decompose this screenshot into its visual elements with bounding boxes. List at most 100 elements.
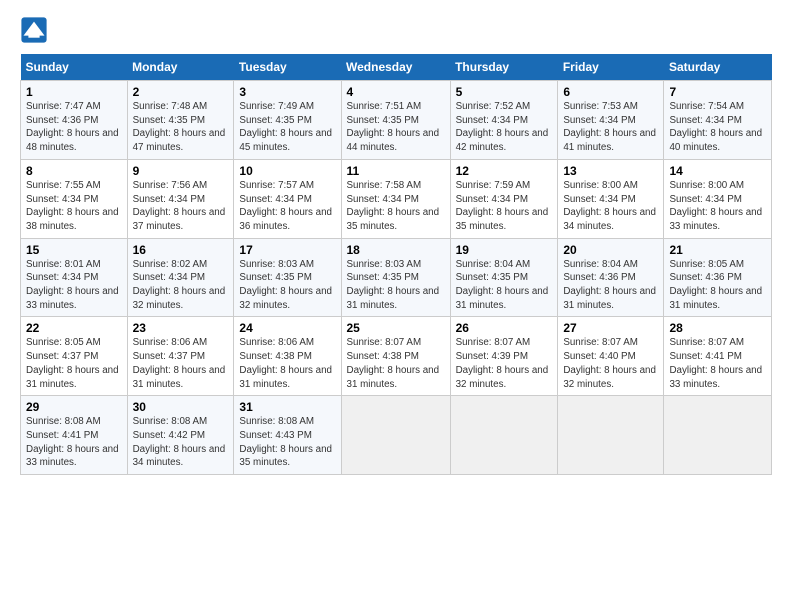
calendar-cell: 30Sunrise: 8:08 AMSunset: 4:42 PMDayligh… <box>127 396 234 475</box>
calendar-cell: 31Sunrise: 8:08 AMSunset: 4:43 PMDayligh… <box>234 396 341 475</box>
calendar-cell: 29Sunrise: 8:08 AMSunset: 4:41 PMDayligh… <box>21 396 128 475</box>
header-thursday: Thursday <box>450 54 558 81</box>
calendar-cell: 1Sunrise: 7:47 AMSunset: 4:36 PMDaylight… <box>21 81 128 160</box>
day-number: 29 <box>26 400 122 414</box>
day-detail: Sunrise: 8:07 AMSunset: 4:38 PMDaylight:… <box>347 336 445 391</box>
day-detail: Sunrise: 8:04 AMSunset: 4:35 PMDaylight:… <box>456 258 553 313</box>
day-number: 27 <box>563 321 658 335</box>
calendar-cell: 3Sunrise: 7:49 AMSunset: 4:35 PMDaylight… <box>234 81 341 160</box>
day-detail: Sunrise: 8:07 AMSunset: 4:39 PMDaylight:… <box>456 336 553 391</box>
day-number: 18 <box>347 243 445 257</box>
day-detail: Sunrise: 7:47 AMSunset: 4:36 PMDaylight:… <box>26 100 122 155</box>
logo <box>20 16 52 44</box>
calendar-cell: 20Sunrise: 8:04 AMSunset: 4:36 PMDayligh… <box>558 238 664 317</box>
calendar-cell: 18Sunrise: 8:03 AMSunset: 4:35 PMDayligh… <box>341 238 450 317</box>
calendar-cell: 9Sunrise: 7:56 AMSunset: 4:34 PMDaylight… <box>127 159 234 238</box>
calendar-body: 1Sunrise: 7:47 AMSunset: 4:36 PMDaylight… <box>21 81 772 475</box>
calendar-week-2: 8Sunrise: 7:55 AMSunset: 4:34 PMDaylight… <box>21 159 772 238</box>
header-friday: Friday <box>558 54 664 81</box>
day-number: 20 <box>563 243 658 257</box>
calendar-cell: 28Sunrise: 8:07 AMSunset: 4:41 PMDayligh… <box>664 317 772 396</box>
header-row-days: SundayMondayTuesdayWednesdayThursdayFrid… <box>21 54 772 81</box>
day-detail: Sunrise: 7:56 AMSunset: 4:34 PMDaylight:… <box>133 179 229 234</box>
calendar-cell <box>450 396 558 475</box>
day-detail: Sunrise: 8:05 AMSunset: 4:37 PMDaylight:… <box>26 336 122 391</box>
calendar-cell: 11Sunrise: 7:58 AMSunset: 4:34 PMDayligh… <box>341 159 450 238</box>
calendar-cell: 25Sunrise: 8:07 AMSunset: 4:38 PMDayligh… <box>341 317 450 396</box>
day-detail: Sunrise: 7:57 AMSunset: 4:34 PMDaylight:… <box>239 179 335 234</box>
calendar-cell: 4Sunrise: 7:51 AMSunset: 4:35 PMDaylight… <box>341 81 450 160</box>
day-number: 28 <box>669 321 766 335</box>
calendar-cell: 23Sunrise: 8:06 AMSunset: 4:37 PMDayligh… <box>127 317 234 396</box>
day-number: 25 <box>347 321 445 335</box>
day-detail: Sunrise: 8:00 AMSunset: 4:34 PMDaylight:… <box>669 179 766 234</box>
day-detail: Sunrise: 7:58 AMSunset: 4:34 PMDaylight:… <box>347 179 445 234</box>
day-number: 31 <box>239 400 335 414</box>
header-tuesday: Tuesday <box>234 54 341 81</box>
day-detail: Sunrise: 8:06 AMSunset: 4:38 PMDaylight:… <box>239 336 335 391</box>
calendar-week-5: 29Sunrise: 8:08 AMSunset: 4:41 PMDayligh… <box>21 396 772 475</box>
day-number: 4 <box>347 85 445 99</box>
calendar-week-1: 1Sunrise: 7:47 AMSunset: 4:36 PMDaylight… <box>21 81 772 160</box>
day-detail: Sunrise: 8:03 AMSunset: 4:35 PMDaylight:… <box>347 258 445 313</box>
calendar-cell: 5Sunrise: 7:52 AMSunset: 4:34 PMDaylight… <box>450 81 558 160</box>
calendar-cell: 7Sunrise: 7:54 AMSunset: 4:34 PMDaylight… <box>664 81 772 160</box>
day-detail: Sunrise: 7:52 AMSunset: 4:34 PMDaylight:… <box>456 100 553 155</box>
calendar-cell: 2Sunrise: 7:48 AMSunset: 4:35 PMDaylight… <box>127 81 234 160</box>
calendar-week-3: 15Sunrise: 8:01 AMSunset: 4:34 PMDayligh… <box>21 238 772 317</box>
calendar-cell: 14Sunrise: 8:00 AMSunset: 4:34 PMDayligh… <box>664 159 772 238</box>
header-monday: Monday <box>127 54 234 81</box>
calendar-cell: 8Sunrise: 7:55 AMSunset: 4:34 PMDaylight… <box>21 159 128 238</box>
calendar-cell: 27Sunrise: 8:07 AMSunset: 4:40 PMDayligh… <box>558 317 664 396</box>
header-sunday: Sunday <box>21 54 128 81</box>
day-detail: Sunrise: 8:07 AMSunset: 4:40 PMDaylight:… <box>563 336 658 391</box>
day-number: 24 <box>239 321 335 335</box>
day-number: 22 <box>26 321 122 335</box>
header-saturday: Saturday <box>664 54 772 81</box>
day-number: 8 <box>26 164 122 178</box>
calendar-cell: 6Sunrise: 7:53 AMSunset: 4:34 PMDaylight… <box>558 81 664 160</box>
day-number: 10 <box>239 164 335 178</box>
main-container: SundayMondayTuesdayWednesdayThursdayFrid… <box>0 0 792 485</box>
day-number: 1 <box>26 85 122 99</box>
header-wednesday: Wednesday <box>341 54 450 81</box>
day-detail: Sunrise: 8:08 AMSunset: 4:41 PMDaylight:… <box>26 415 122 470</box>
calendar-cell: 15Sunrise: 8:01 AMSunset: 4:34 PMDayligh… <box>21 238 128 317</box>
day-number: 23 <box>133 321 229 335</box>
day-detail: Sunrise: 8:08 AMSunset: 4:43 PMDaylight:… <box>239 415 335 470</box>
day-number: 7 <box>669 85 766 99</box>
day-number: 14 <box>669 164 766 178</box>
calendar-week-4: 22Sunrise: 8:05 AMSunset: 4:37 PMDayligh… <box>21 317 772 396</box>
day-detail: Sunrise: 7:51 AMSunset: 4:35 PMDaylight:… <box>347 100 445 155</box>
day-detail: Sunrise: 8:00 AMSunset: 4:34 PMDaylight:… <box>563 179 658 234</box>
calendar-cell: 10Sunrise: 7:57 AMSunset: 4:34 PMDayligh… <box>234 159 341 238</box>
calendar-cell: 13Sunrise: 8:00 AMSunset: 4:34 PMDayligh… <box>558 159 664 238</box>
day-detail: Sunrise: 8:08 AMSunset: 4:42 PMDaylight:… <box>133 415 229 470</box>
calendar-header: SundayMondayTuesdayWednesdayThursdayFrid… <box>21 54 772 81</box>
calendar-cell: 16Sunrise: 8:02 AMSunset: 4:34 PMDayligh… <box>127 238 234 317</box>
day-detail: Sunrise: 8:06 AMSunset: 4:37 PMDaylight:… <box>133 336 229 391</box>
day-detail: Sunrise: 7:55 AMSunset: 4:34 PMDaylight:… <box>26 179 122 234</box>
day-detail: Sunrise: 8:05 AMSunset: 4:36 PMDaylight:… <box>669 258 766 313</box>
day-number: 19 <box>456 243 553 257</box>
logo-icon <box>20 16 48 44</box>
day-number: 17 <box>239 243 335 257</box>
day-number: 3 <box>239 85 335 99</box>
day-number: 11 <box>347 164 445 178</box>
day-detail: Sunrise: 7:49 AMSunset: 4:35 PMDaylight:… <box>239 100 335 155</box>
day-detail: Sunrise: 7:54 AMSunset: 4:34 PMDaylight:… <box>669 100 766 155</box>
day-detail: Sunrise: 8:01 AMSunset: 4:34 PMDaylight:… <box>26 258 122 313</box>
day-detail: Sunrise: 8:04 AMSunset: 4:36 PMDaylight:… <box>563 258 658 313</box>
day-number: 26 <box>456 321 553 335</box>
day-number: 5 <box>456 85 553 99</box>
day-number: 2 <box>133 85 229 99</box>
day-detail: Sunrise: 8:02 AMSunset: 4:34 PMDaylight:… <box>133 258 229 313</box>
calendar-cell <box>664 396 772 475</box>
day-detail: Sunrise: 7:59 AMSunset: 4:34 PMDaylight:… <box>456 179 553 234</box>
day-number: 9 <box>133 164 229 178</box>
day-number: 30 <box>133 400 229 414</box>
calendar-cell: 12Sunrise: 7:59 AMSunset: 4:34 PMDayligh… <box>450 159 558 238</box>
day-detail: Sunrise: 7:48 AMSunset: 4:35 PMDaylight:… <box>133 100 229 155</box>
day-number: 21 <box>669 243 766 257</box>
day-number: 12 <box>456 164 553 178</box>
